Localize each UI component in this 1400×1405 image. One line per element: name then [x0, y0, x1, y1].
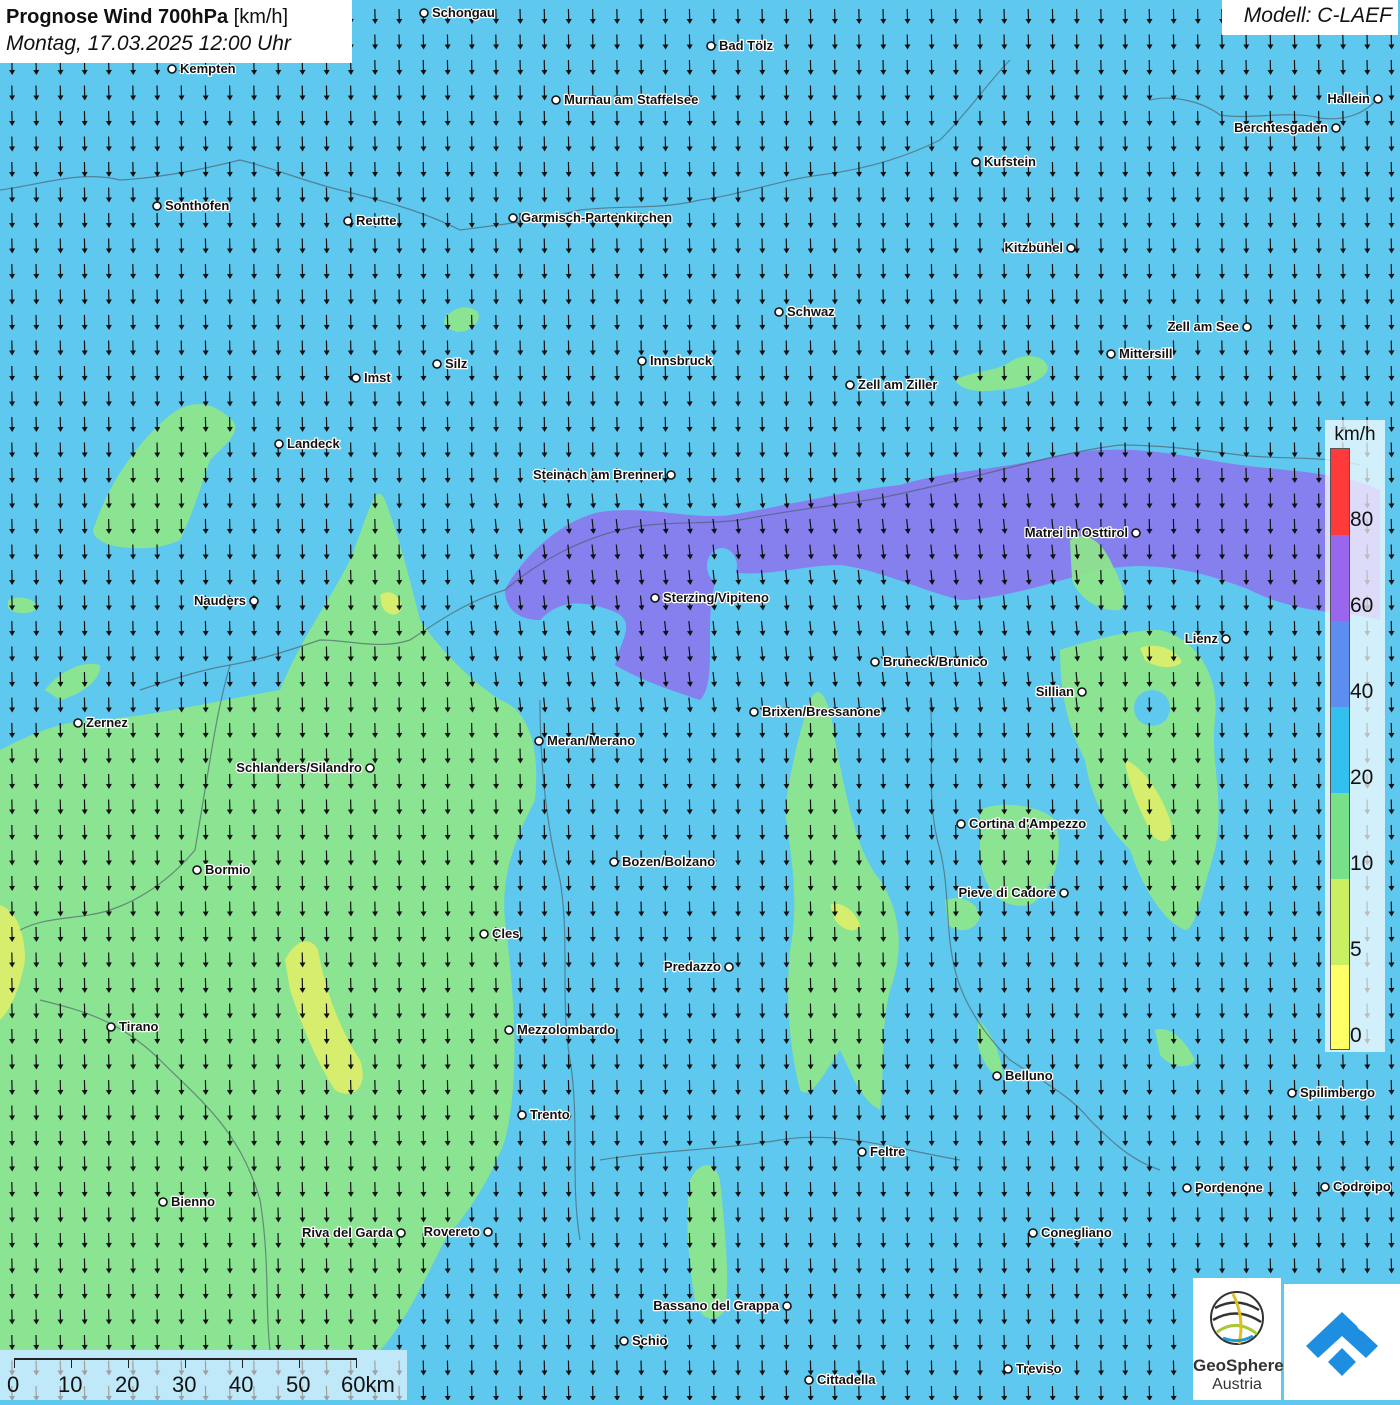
wind-speed-region [707, 548, 737, 584]
wind-map: SchongauBad TölzKemptenMurnau am Staffel… [0, 0, 1400, 1400]
